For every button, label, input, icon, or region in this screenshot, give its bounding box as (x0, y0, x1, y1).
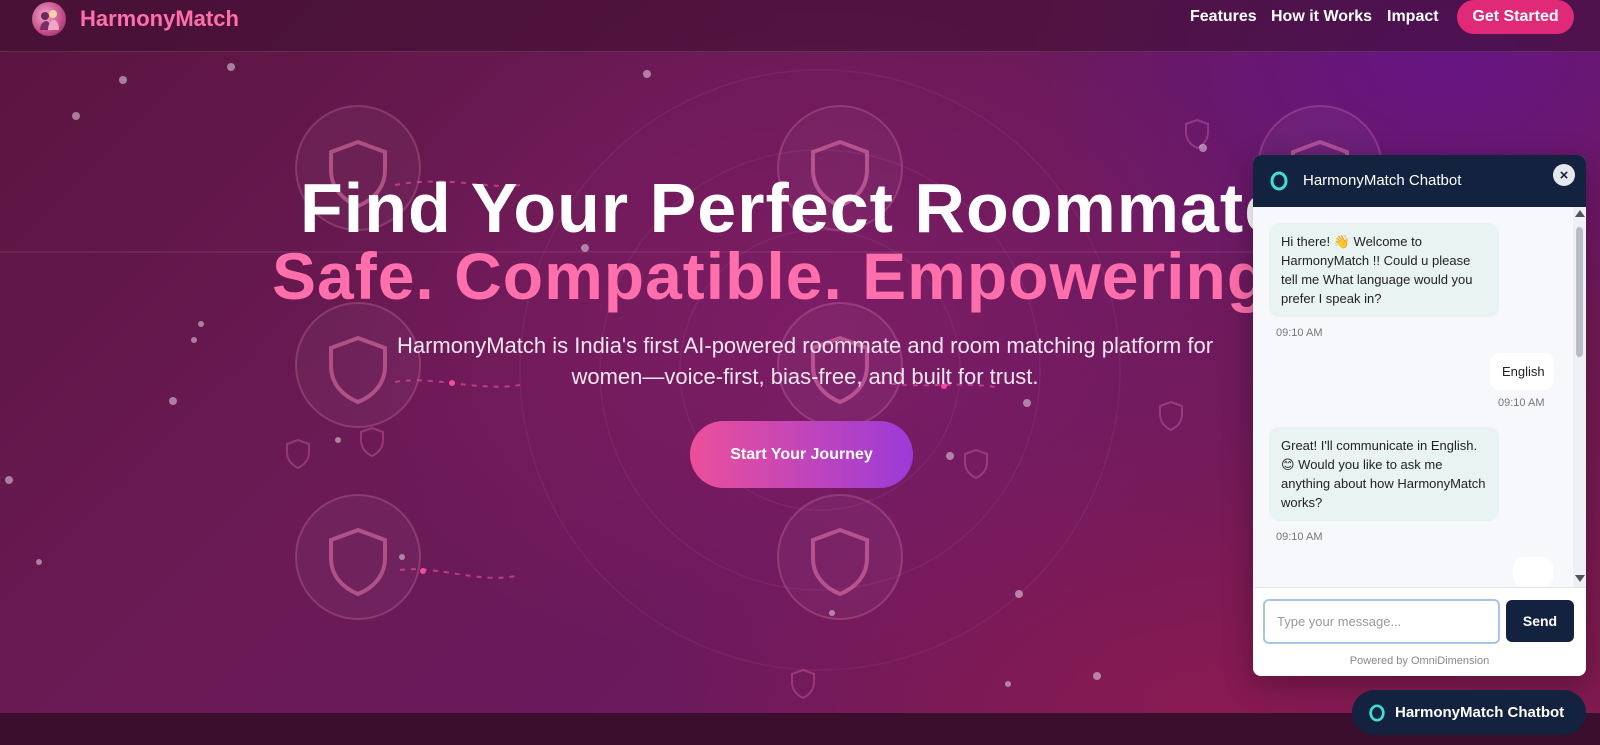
chatbot-title: HarmonyMatch Chatbot (1303, 172, 1462, 189)
hero-tagline: Safe. Compatible. Empowering. (272, 239, 1288, 313)
user-message: English (1490, 353, 1554, 390)
hero-subtitle: HarmonyMatch is India's first AI-powered… (396, 333, 1214, 389)
send-button[interactable]: Send (1506, 600, 1574, 642)
scroll-down-icon[interactable] (1575, 575, 1585, 582)
get-started-button[interactable]: Get Started (1457, 0, 1574, 34)
chatbot-launcher-label: HarmonyMatch Chatbot (1395, 704, 1565, 721)
chatbot-logo-icon (1270, 171, 1288, 191)
close-icon[interactable]: × (1553, 164, 1575, 186)
message-time: 09:10 AM (1276, 531, 1323, 543)
scroll-up-icon[interactable] (1575, 210, 1585, 217)
chatbot-header: HarmonyMatch Chatbot × (1253, 155, 1586, 207)
nav-link-impact[interactable]: Impact (1387, 8, 1439, 26)
chatbot-launcher-icon (1369, 703, 1385, 722)
logo-icon[interactable] (32, 2, 66, 36)
nav-link-features[interactable]: Features (1190, 8, 1257, 26)
scroll-thumb[interactable] (1576, 227, 1583, 357)
bot-message: Great! I'll communicate in English. 😊 Wo… (1269, 427, 1499, 521)
bot-message: Hi there! 👋 Welcome to HarmonyMatch !! C… (1269, 223, 1499, 317)
chatbot-launcher-button[interactable]: HarmonyMatch Chatbot (1352, 690, 1586, 735)
start-journey-button[interactable]: Start Your Journey (690, 421, 913, 488)
hero-title: Find Your Perfect Roommate (300, 169, 1285, 247)
chat-input-area: Send Powered by OmniDimension (1253, 587, 1586, 676)
chatbot-window: HarmonyMatch Chatbot × Hi there! 👋 Welco… (1253, 155, 1586, 676)
chat-message-input[interactable] (1263, 599, 1500, 644)
message-time: 09:10 AM (1498, 397, 1545, 409)
navbar: HarmonyMatch Features How it Works Impac… (0, 0, 1600, 52)
chat-scrollbar[interactable] (1573, 207, 1586, 587)
brand-name[interactable]: HarmonyMatch (80, 6, 239, 32)
message-time: 09:10 AM (1276, 327, 1323, 339)
powered-by: Powered by OmniDimension (1349, 655, 1490, 667)
nav-link-how-it-works[interactable]: How it Works (1271, 8, 1372, 26)
typing-bubble (1513, 557, 1553, 587)
chat-message-list[interactable]: Hi there! 👋 Welcome to HarmonyMatch !! C… (1253, 207, 1573, 587)
